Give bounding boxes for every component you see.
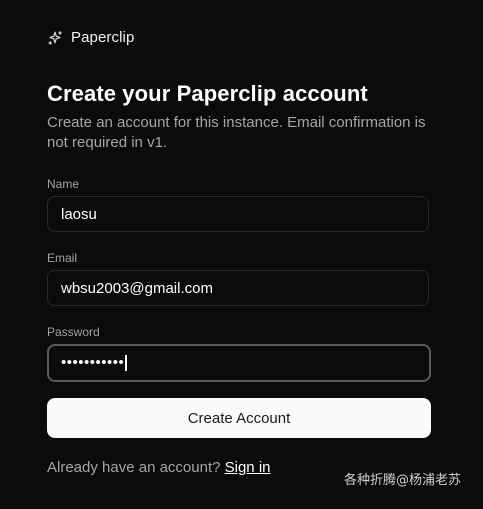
sparkles-icon (47, 30, 63, 46)
text-caret (125, 355, 128, 371)
name-field[interactable]: laosu (47, 196, 429, 232)
signin-row: Already have an account? Sign in (47, 458, 271, 478)
page-title: Create your Paperclip account (47, 81, 368, 106)
name-label: Name (47, 177, 80, 191)
password-value: ••••••••••• (61, 353, 125, 371)
signin-link[interactable]: Sign in (225, 459, 271, 476)
email-field[interactable]: wbsu2003@gmail.com (47, 270, 429, 306)
email-label: Email (47, 251, 78, 265)
watermark: 各种折腾@杨浦老苏 (344, 473, 462, 488)
signin-prompt: Already have an account? (47, 459, 221, 476)
brand: Paperclip (47, 28, 134, 48)
password-label: Password (47, 325, 100, 339)
email-value: wbsu2003@gmail.com (61, 279, 213, 297)
brand-name: Paperclip (71, 29, 135, 46)
name-value: laosu (61, 205, 97, 223)
password-field[interactable]: ••••••••••• (47, 344, 431, 382)
page-subtitle: Create an account for this instance. Ema… (47, 114, 426, 151)
create-account-button[interactable]: Create Account (47, 398, 431, 438)
